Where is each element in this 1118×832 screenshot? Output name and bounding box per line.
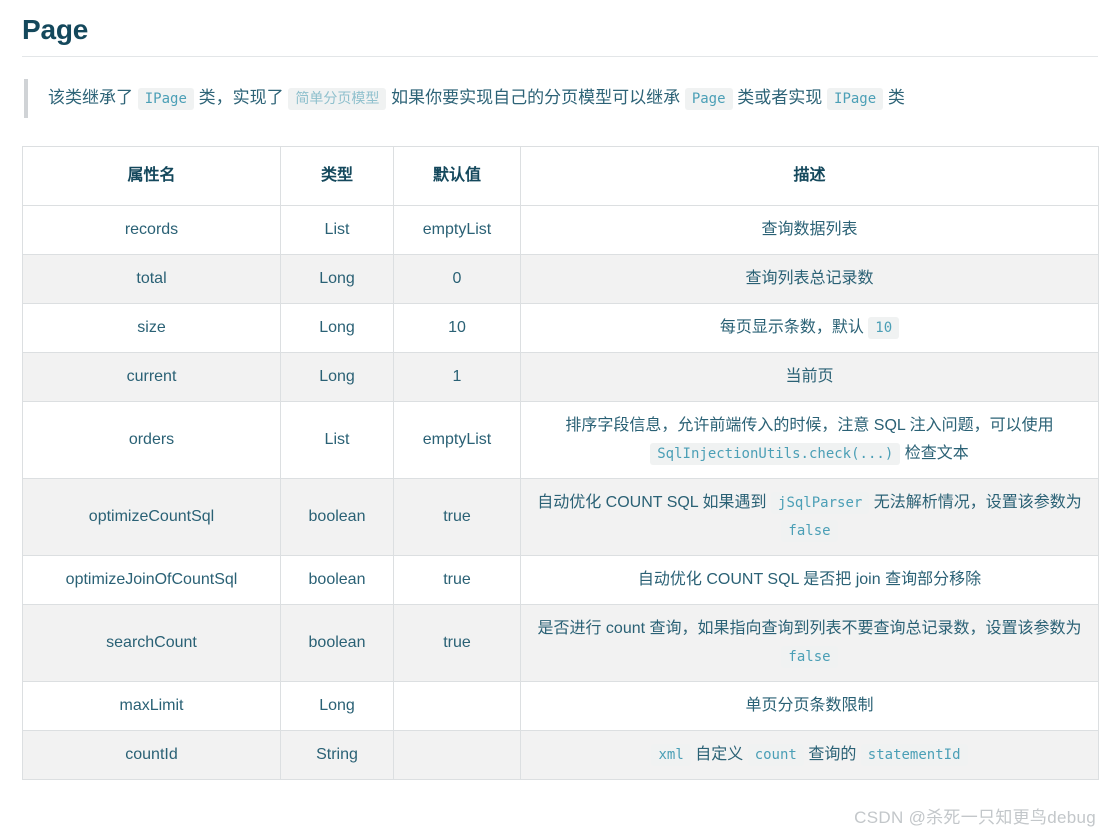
cell-description: 自动优化 COUNT SQL 是否把 join 查询部分移除: [520, 555, 1099, 605]
properties-table: 属性名 类型 默认值 描述 records List emptyList 查询数据列表…: [22, 146, 1099, 780]
column-header-default: 默认值: [393, 146, 521, 206]
watermark: CSDN @杀死一只知更鸟debug: [854, 808, 1096, 827]
note-segment-3: 如果你要实现自己的分页模型可以继承: [391, 88, 681, 107]
table-row: total Long 0 查询列表总记录数: [22, 254, 1099, 304]
table-row: orders List emptyList 排序字段信息，允许前端传入的时候，注意 S…: [22, 401, 1099, 479]
column-header-description: 描述: [520, 146, 1099, 206]
description-text: 查询数据列表: [761, 221, 858, 238]
cell-description: 查询列表总记录数: [520, 254, 1099, 304]
description-text: 无法解析情况，设置该参数为: [873, 494, 1082, 511]
cell-description: 排序字段信息，允许前端传入的时候，注意 SQL 注入问题，可以使用 SqlInj…: [520, 401, 1099, 479]
cell-property-name: records: [22, 205, 281, 255]
description-text: 自动优化 COUNT SQL 如果遇到: [537, 494, 767, 511]
column-header-name: 属性名: [22, 146, 281, 206]
cell-default-value: 1: [393, 352, 521, 402]
cell-description: 查询数据列表: [520, 205, 1099, 255]
cell-property-name: searchCount: [22, 604, 281, 682]
note-segment-2: 类，实现了: [198, 88, 284, 107]
cell-default-value: true: [393, 604, 521, 682]
description-text: 排序字段信息，允许前端传入的时候，注意 SQL 注入问题，可以使用: [565, 417, 1054, 434]
cell-default-value: true: [393, 555, 521, 605]
inline-code-ipage-1: IPage: [137, 88, 194, 110]
inline-code: xml: [651, 744, 691, 766]
table-row: current Long 1 当前页: [22, 352, 1099, 402]
table-row: size Long 10 每页显示条数，默认 10: [22, 303, 1099, 353]
cell-property-type: boolean: [280, 555, 394, 605]
cell-property-name: maxLimit: [22, 681, 281, 731]
inline-code: SqlInjectionUtils.check(...): [650, 443, 901, 465]
cell-description: 自动优化 COUNT SQL 如果遇到 jSqlParser 无法解析情况，设置…: [520, 478, 1099, 556]
inline-code: statementId: [860, 744, 968, 766]
inline-code: false: [781, 646, 838, 668]
cell-default-value: [393, 730, 521, 780]
cell-default-value: emptyList: [393, 205, 521, 255]
table-row: records List emptyList 查询数据列表: [22, 205, 1099, 255]
inline-code: false: [781, 520, 838, 542]
intro-blockquote: 该类继承了 IPage 类，实现了 简单分页模型 如果你要实现自己的分页模型可以…: [24, 79, 1098, 118]
cell-property-name: optimizeCountSql: [22, 478, 281, 556]
description-text: 当前页: [785, 368, 834, 385]
cell-property-type: Long: [280, 254, 394, 304]
table-row: optimizeJoinOfCountSql boolean true 自动优化 CO…: [22, 555, 1099, 605]
cell-description: 当前页: [520, 352, 1099, 402]
cell-property-name: total: [22, 254, 281, 304]
cell-property-type: List: [280, 205, 394, 255]
cell-property-type: boolean: [280, 478, 394, 556]
table-header-row: 属性名 类型 默认值 描述: [22, 146, 1099, 206]
table-row: countId String xml 自定义 count 查询的 statement…: [22, 730, 1099, 780]
table-row: optimizeCountSql boolean true 自动优化 COUNT SQ…: [22, 478, 1099, 556]
description-text: 单页分页条数限制: [745, 697, 874, 714]
cell-default-value: 10: [393, 303, 521, 353]
cell-property-name: size: [22, 303, 281, 353]
cell-description: xml 自定义 count 查询的 statementId: [520, 730, 1099, 780]
table-row: maxLimit Long 单页分页条数限制: [22, 681, 1099, 731]
cell-description: 是否进行 count 查询，如果指向查询到列表不要查询总记录数，设置该参数为 f…: [520, 604, 1099, 682]
note-segment-4: 类或者实现: [737, 88, 823, 107]
cell-default-value: [393, 681, 521, 731]
cell-property-name: optimizeJoinOfCountSql: [22, 555, 281, 605]
description-text: 查询列表总记录数: [745, 270, 874, 287]
inline-code: jSqlParser: [771, 492, 870, 514]
title-divider: [22, 56, 1098, 57]
inline-code-simple-page-model: 简单分页模型: [288, 88, 387, 110]
cell-property-name: countId: [22, 730, 281, 780]
description-text: 是否进行 count 查询，如果指向查询到列表不要查询总记录数，设置该参数为: [537, 620, 1082, 637]
cell-description: 每页显示条数，默认 10: [520, 303, 1099, 353]
cell-description: 单页分页条数限制: [520, 681, 1099, 731]
inline-code: count: [747, 744, 804, 766]
column-header-type: 类型: [280, 146, 394, 206]
cell-property-type: Long: [280, 352, 394, 402]
cell-property-type: Long: [280, 303, 394, 353]
description-text: 查询的: [808, 746, 857, 763]
cell-property-type: List: [280, 401, 394, 479]
cell-default-value: emptyList: [393, 401, 521, 479]
description-text: 自定义: [695, 746, 744, 763]
cell-default-value: 0: [393, 254, 521, 304]
inline-code-page: Page: [684, 88, 733, 110]
cell-property-name: current: [22, 352, 281, 402]
cell-property-type: Long: [280, 681, 394, 731]
inline-code-ipage-2: IPage: [827, 88, 884, 110]
table-header: 属性名 类型 默认值 描述: [22, 146, 1099, 206]
cell-default-value: true: [393, 478, 521, 556]
cell-property-type: boolean: [280, 604, 394, 682]
cell-property-name: orders: [22, 401, 281, 479]
note-segment-1: 该类继承了: [48, 88, 133, 107]
inline-code: 10: [868, 317, 900, 339]
cell-property-type: String: [280, 730, 394, 780]
note-segment-5: 类: [887, 88, 905, 107]
table-body: records List emptyList 查询数据列表 total Long 0 查询列…: [22, 205, 1099, 780]
page-title: Page: [22, 14, 89, 45]
table-row: searchCount boolean true 是否进行 count 查询，如果指向…: [22, 604, 1099, 682]
document-page: Page 该类继承了 IPage 类，实现了 简单分页模型 如果你要实现自己的分…: [0, 0, 1118, 832]
description-text: 检查文本: [904, 445, 969, 462]
description-text: 自动优化 COUNT SQL 是否把 join 查询部分移除: [637, 571, 982, 588]
description-text: 每页显示条数，默认: [719, 319, 864, 336]
